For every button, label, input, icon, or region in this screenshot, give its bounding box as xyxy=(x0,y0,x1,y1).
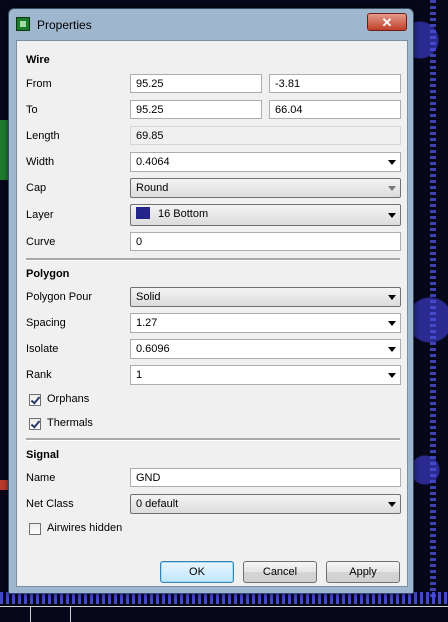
spacing-combobox[interactable]: 1.27 xyxy=(130,313,401,333)
chevron-down-icon[interactable] xyxy=(388,213,396,218)
net-class-combobox[interactable]: 0 default xyxy=(130,494,401,514)
layer-color-swatch xyxy=(136,207,150,220)
dialog-body: Wire From 95.25 -3.81 To 95.25 66.04 Len… xyxy=(16,40,408,587)
airwires-hidden-label[interactable]: Airwires hidden xyxy=(47,522,122,534)
length-field: 69.85 xyxy=(130,126,401,145)
spacing-value: 1.27 xyxy=(136,317,158,329)
section-divider xyxy=(26,438,400,441)
curve-label: Curve xyxy=(26,236,56,248)
net-class-value: 0 default xyxy=(136,498,179,510)
net-class-label: Net Class xyxy=(26,498,74,510)
isolate-label: Isolate xyxy=(26,343,59,355)
name-label: Name xyxy=(26,472,56,484)
thermals-label[interactable]: Thermals xyxy=(47,417,93,429)
cancel-button[interactable]: Cancel xyxy=(243,561,317,583)
chevron-down-icon[interactable] xyxy=(388,295,396,300)
curve-field[interactable]: 0 xyxy=(130,232,401,251)
window-title: Properties xyxy=(37,18,92,32)
layer-value: 16 Bottom xyxy=(158,208,209,220)
apply-button[interactable]: Apply xyxy=(326,561,400,583)
chevron-down-icon[interactable] xyxy=(388,186,396,191)
width-value: 0.4064 xyxy=(136,156,170,168)
width-combobox[interactable]: 0.4064 xyxy=(130,152,401,172)
polygon-pour-combobox[interactable]: Solid xyxy=(130,287,401,307)
spacing-label: Spacing xyxy=(26,317,66,329)
isolate-value: 0.6096 xyxy=(136,343,170,355)
chevron-down-icon[interactable] xyxy=(388,160,396,165)
app-icon xyxy=(16,17,30,31)
signal-name-field[interactable]: GND xyxy=(130,468,401,487)
cap-value: Round xyxy=(136,182,169,194)
pcb-outline-segment xyxy=(70,606,71,622)
orphans-checkbox[interactable] xyxy=(29,394,41,406)
chevron-down-icon[interactable] xyxy=(388,347,396,352)
pcb-trace-red xyxy=(0,480,8,490)
close-button[interactable]: ✕ xyxy=(367,13,407,31)
wire-section-title: Wire xyxy=(26,54,50,66)
airwires-hidden-checkbox[interactable] xyxy=(29,523,41,535)
polygon-pour-label: Polygon Pour xyxy=(26,291,93,303)
cap-label: Cap xyxy=(26,182,47,194)
signal-section-title: Signal xyxy=(26,449,60,461)
isolate-combobox[interactable]: 0.6096 xyxy=(130,339,401,359)
polygon-pour-value: Solid xyxy=(136,291,161,303)
to-x-field[interactable]: 95.25 xyxy=(130,100,262,119)
layer-combobox[interactable]: 16 Bottom xyxy=(130,204,401,226)
length-label: Length xyxy=(26,130,60,142)
from-label: From xyxy=(26,78,52,90)
title-bar[interactable]: Properties ✕ xyxy=(9,9,413,37)
cap-combobox[interactable]: Round xyxy=(130,178,401,198)
section-divider xyxy=(26,258,400,261)
pcb-grid-dots-right xyxy=(430,0,436,600)
properties-dialog: Properties ✕ Wire From 95.25 -3.81 To 95… xyxy=(8,8,414,594)
chevron-down-icon[interactable] xyxy=(388,321,396,326)
ok-button[interactable]: OK xyxy=(160,561,234,583)
from-y-field[interactable]: -3.81 xyxy=(269,74,401,93)
width-label: Width xyxy=(26,156,55,168)
pcb-outline xyxy=(0,606,448,607)
chevron-down-icon[interactable] xyxy=(388,373,396,378)
from-x-field[interactable]: 95.25 xyxy=(130,74,262,93)
pcb-outline-segment xyxy=(30,606,31,622)
to-y-field[interactable]: 66.04 xyxy=(269,100,401,119)
rank-value: 1 xyxy=(136,369,143,381)
chevron-down-icon[interactable] xyxy=(388,502,396,507)
to-label: To xyxy=(26,104,38,116)
polygon-section-title: Polygon xyxy=(26,268,70,280)
rank-combobox[interactable]: 1 xyxy=(130,365,401,385)
orphans-label[interactable]: Orphans xyxy=(47,393,89,405)
rank-label: Rank xyxy=(26,369,52,381)
thermals-checkbox[interactable] xyxy=(29,418,41,430)
layer-label: Layer xyxy=(26,209,54,221)
